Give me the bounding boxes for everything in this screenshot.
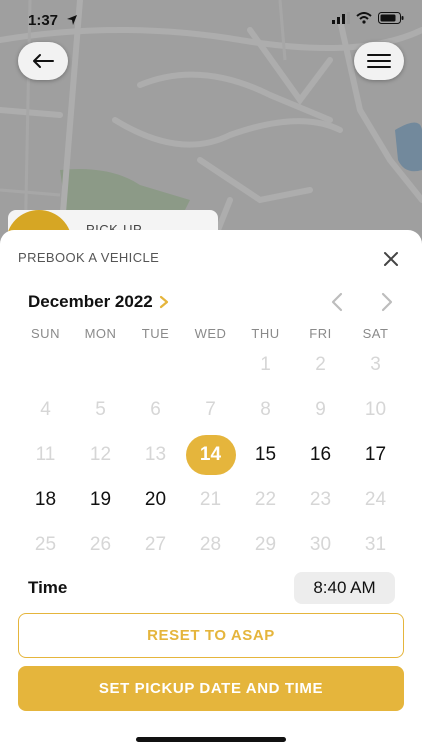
calendar-day: 2 [293, 342, 348, 387]
weekday-label: THU [251, 326, 280, 341]
calendar-day: 23 [293, 477, 348, 522]
weekday-label: WED [194, 326, 227, 341]
chevron-left-icon[interactable] [328, 292, 346, 312]
calendar-day: 31 [348, 522, 403, 567]
calendar-day[interactable]: 16 [293, 432, 348, 477]
battery-icon [378, 12, 404, 24]
calendar-day: 25 [18, 522, 73, 567]
calendar-day-label: 14 [185, 434, 236, 475]
calendar-day: 12 [73, 432, 128, 477]
calendar-day-label: 5 [95, 398, 106, 420]
calendar-day-label: 29 [254, 533, 277, 555]
weekday-header: SUN MON TUE WED THU FRI SAT [18, 326, 404, 341]
calendar-day: 21 [183, 477, 238, 522]
back-button[interactable] [18, 42, 68, 80]
calendar-day-empty [73, 342, 128, 387]
calendar-day-label: 24 [364, 488, 387, 510]
weekday-label: TUE [141, 326, 170, 341]
chevron-right-icon [159, 295, 168, 309]
calendar-day: 8 [238, 387, 293, 432]
calendar-day[interactable]: 20 [128, 477, 183, 522]
calendar-day[interactable]: 19 [73, 477, 128, 522]
calendar-day-label: 16 [309, 443, 332, 465]
calendar-day-label: 7 [205, 398, 216, 420]
calendar-days: 1 2 3 4 5 6 7 8 9 10 11 12 13 14 15 16 17 18 19 20 21 22 23 24 2… [18, 342, 404, 567]
arrow-left-icon [33, 54, 54, 68]
calendar-day-label: 17 [364, 443, 387, 465]
calendar-day-selected[interactable]: 14 [183, 432, 238, 477]
time-picker[interactable]: 8:40 AM [294, 572, 395, 604]
calendar-day-label: 22 [254, 488, 277, 510]
wifi-icon [356, 12, 372, 24]
status-bar: 1:37 [0, 0, 422, 44]
calendar-day: 28 [183, 522, 238, 567]
calendar-day-label: 8 [260, 398, 271, 420]
calendar-day: 3 [348, 342, 403, 387]
calendar-day-label: 18 [34, 488, 57, 510]
calendar-day: 13 [128, 432, 183, 477]
time-label: Time [28, 578, 68, 597]
prebook-sheet: PREBOOK A VEHICLE December 2022 SUN MON … [0, 230, 422, 750]
calendar-day-empty [128, 342, 183, 387]
calendar-day-label: 30 [309, 533, 332, 555]
calendar-day-label: 28 [199, 533, 222, 555]
calendar-day-label: 23 [309, 488, 332, 510]
calendar-day-label: 4 [40, 398, 51, 420]
calendar-day: 22 [238, 477, 293, 522]
calendar-day-label: 12 [89, 443, 112, 465]
calendar-day-empty [18, 342, 73, 387]
calendar-day: 29 [238, 522, 293, 567]
calendar-day: 30 [293, 522, 348, 567]
calendar-day: 11 [18, 432, 73, 477]
calendar-day-label: 31 [364, 533, 387, 555]
menu-button[interactable] [354, 42, 404, 80]
calendar-day: 27 [128, 522, 183, 567]
calendar-day: 5 [73, 387, 128, 432]
weekday-label: SAT [362, 326, 389, 341]
status-icons [332, 12, 404, 24]
status-time: 1:37 [28, 12, 59, 29]
calendar-day-label: 25 [34, 533, 57, 555]
calendar-day: 9 [293, 387, 348, 432]
calendar-day-label: 6 [150, 398, 161, 420]
calendar-day: 26 [73, 522, 128, 567]
calendar-day: 4 [18, 387, 73, 432]
close-icon[interactable] [380, 248, 402, 270]
calendar-day[interactable]: 17 [348, 432, 403, 477]
calendar-day: 24 [348, 477, 403, 522]
weekday-label: SUN [31, 326, 60, 341]
chevron-right-icon[interactable] [378, 292, 396, 312]
sheet-title: PREBOOK A VEHICLE [18, 250, 160, 265]
location-arrow-icon [67, 15, 77, 25]
weekday-label: MON [84, 326, 117, 341]
calendar-day-label: 15 [254, 443, 277, 465]
calendar-day: 1 [238, 342, 293, 387]
month-selector[interactable]: December 2022 [28, 292, 169, 312]
calendar-day: 7 [183, 387, 238, 432]
calendar-day[interactable]: 15 [238, 432, 293, 477]
signal-icon [332, 12, 350, 24]
calendar-day: 6 [128, 387, 183, 432]
month-label: December 2022 [28, 292, 153, 311]
calendar-day-label: 11 [35, 443, 56, 465]
calendar-day-label: 13 [144, 443, 167, 465]
calendar-day-label: 9 [315, 398, 326, 420]
calendar-day: 10 [348, 387, 403, 432]
calendar-day-label: 3 [370, 353, 381, 375]
reset-to-asap-button[interactable]: RESET TO ASAP [18, 613, 404, 658]
calendar-day-label: 2 [315, 353, 326, 375]
calendar-day-label: 26 [89, 533, 112, 555]
calendar-day-label: 20 [144, 488, 167, 510]
calendar-day-empty [183, 342, 238, 387]
calendar-day-label: 19 [89, 488, 112, 510]
calendar-day-label: 21 [199, 488, 222, 510]
home-indicator [136, 737, 286, 742]
calendar-day-label: 10 [364, 398, 387, 420]
set-pickup-button[interactable]: SET PICKUP DATE AND TIME [18, 666, 404, 711]
calendar-day-label: 1 [260, 353, 271, 375]
calendar-day-label: 27 [144, 533, 167, 555]
hamburger-menu-icon [367, 54, 391, 68]
weekday-label: FRI [309, 326, 332, 341]
calendar-day[interactable]: 18 [18, 477, 73, 522]
